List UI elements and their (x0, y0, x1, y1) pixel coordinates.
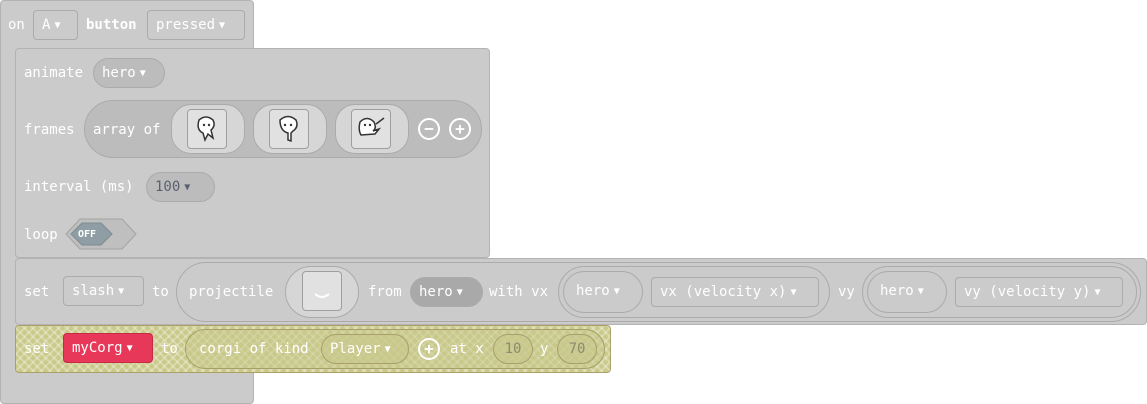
y-value-field[interactable]: 70 (557, 334, 597, 364)
chevron-down-icon: ▼ (456, 287, 463, 298)
vy-sprite-value: hero (880, 283, 914, 299)
from-sprite-value: hero (419, 284, 453, 300)
animate-sprite-value: hero (102, 65, 136, 81)
chevron-down-icon: ▼ (126, 343, 133, 354)
animate-label: animate (24, 65, 84, 81)
loop-toggle[interactable] (65, 218, 137, 250)
vy-sprite-dropdown[interactable]: hero ▼ (872, 277, 942, 307)
chevron-down-icon: ▼ (1094, 287, 1101, 298)
chevron-down-icon: ▼ (613, 286, 620, 297)
slash-variable-value: slash (72, 283, 115, 299)
loop-value: OFF (78, 229, 97, 240)
plus-circle-icon[interactable]: + (449, 118, 471, 140)
mycorg-variable-dropdown[interactable]: myCorg ▼ (63, 333, 153, 363)
chevron-down-icon: ▼ (384, 344, 391, 355)
projectile-label: projectile (189, 284, 274, 300)
frame-image-1[interactable] (187, 109, 227, 149)
chevron-down-icon: ▼ (139, 68, 146, 79)
mycorg-variable-value: myCorg (72, 340, 123, 356)
interval-value: 100 (155, 179, 181, 195)
loop-label: loop (24, 227, 58, 243)
chevron-down-icon: ▼ (219, 20, 226, 31)
kind-dropdown[interactable]: Player ▼ (321, 334, 409, 364)
vx-sprite-dropdown[interactable]: hero ▼ (568, 277, 638, 307)
vx-sprite-value: hero (576, 283, 610, 299)
projectile-image[interactable] (302, 271, 342, 311)
vy-label: vy (838, 284, 855, 300)
at-x-label: at x (450, 341, 484, 357)
ghost-hero-icon (279, 115, 298, 143)
chevron-down-icon: ▼ (54, 20, 61, 31)
frame-image-2[interactable] (269, 109, 309, 149)
vx-property-value: vx (velocity x) (660, 284, 787, 300)
with-vx-label: with vx (489, 284, 549, 300)
interval-label: interval (ms) (24, 179, 134, 195)
y-label: y (540, 341, 549, 357)
frames-label: frames (24, 122, 75, 138)
plus-circle-icon[interactable]: + (418, 338, 440, 360)
state-dropdown[interactable]: pressed ▼ (147, 10, 245, 40)
array-of-label: array of (93, 122, 161, 138)
chevron-down-icon: ▼ (118, 286, 125, 297)
animate-sprite-dropdown[interactable]: hero ▼ (93, 58, 165, 88)
corgi-set-label: set (24, 341, 50, 357)
minus-circle-icon[interactable]: − (418, 118, 440, 140)
vy-property-dropdown[interactable]: vy (velocity y) ▼ (955, 277, 1123, 307)
ghost-hero-icon (197, 116, 215, 143)
projectile-set-label: set (24, 284, 50, 300)
corgi-to-label: to (161, 341, 178, 357)
y-value: 70 (568, 341, 586, 357)
on-label: on (8, 17, 25, 33)
frame-image-3[interactable] (351, 109, 391, 149)
vx-property-dropdown[interactable]: vx (velocity x) ▼ (651, 277, 819, 307)
from-sprite-dropdown[interactable]: hero ▼ (410, 277, 483, 307)
key-value: A (42, 17, 51, 33)
chevron-down-icon: ▼ (184, 182, 191, 193)
x-value-field[interactable]: 10 (493, 334, 533, 364)
slash-arc-icon (314, 293, 330, 298)
from-label: from (368, 284, 402, 300)
vy-property-value: vy (velocity y) (964, 284, 1091, 300)
button-label: button (86, 17, 137, 33)
chevron-down-icon: ▼ (917, 286, 924, 297)
ghost-hero-icon (358, 117, 385, 136)
key-dropdown[interactable]: A ▼ (33, 10, 78, 40)
projectile-to-label: to (152, 284, 169, 300)
x-value: 10 (504, 341, 522, 357)
kind-value: Player (330, 341, 381, 357)
interval-dropdown[interactable]: 100 ▼ (146, 172, 215, 202)
slash-variable-dropdown[interactable]: slash ▼ (63, 276, 144, 306)
state-value: pressed (156, 17, 216, 33)
chevron-down-icon: ▼ (790, 287, 797, 298)
corgi-label: corgi of kind (199, 341, 309, 357)
